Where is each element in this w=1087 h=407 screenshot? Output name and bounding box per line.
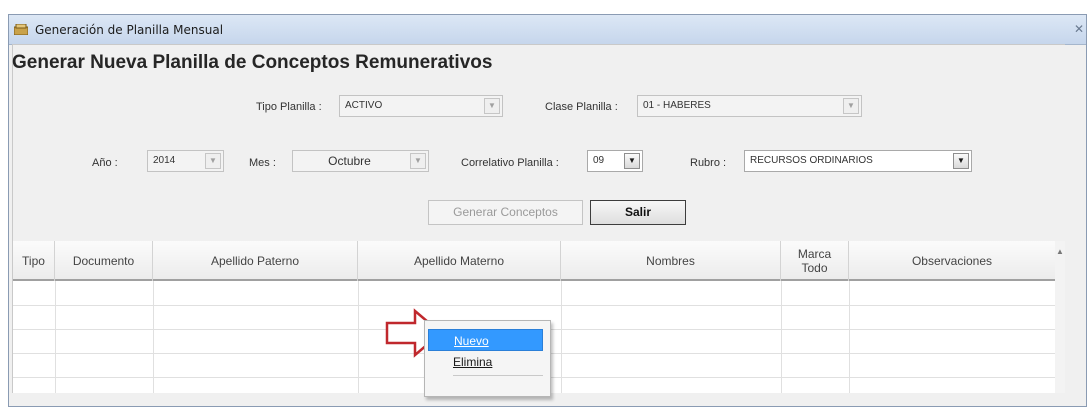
tipo-planilla-select[interactable]: ACTIVO ▼ [339, 95, 503, 117]
column-header-tipo[interactable]: Tipo [13, 241, 55, 281]
table-row[interactable] [13, 305, 1056, 306]
context-menu-item-elimina[interactable]: Elimina [428, 351, 543, 373]
chevron-down-icon[interactable]: ▼ [205, 153, 221, 169]
chevron-down-icon[interactable]: ▼ [624, 153, 640, 169]
chevron-down-icon[interactable]: ▼ [953, 153, 969, 169]
rubro-label: Rubro : [690, 157, 727, 169]
mes-value: Octubre [328, 154, 371, 168]
column-header-apellido-materno[interactable]: Apellido Materno [358, 241, 561, 281]
context-menu-label: Nuevo [454, 334, 489, 348]
anio-value: 2014 [153, 155, 176, 166]
vertical-scrollbar[interactable]: ▲ [1055, 241, 1065, 393]
page-title: Generar Nueva Planilla de Conceptos Remu… [12, 52, 493, 73]
column-header-marca-todo[interactable]: Marca Todo [781, 241, 849, 281]
mes-select[interactable]: Octubre ▼ [292, 150, 429, 172]
title-bar[interactable]: Generación de Planilla Mensual ✕ [9, 15, 1086, 45]
close-button[interactable]: ✕ [1072, 19, 1086, 39]
column-header-documento[interactable]: Documento [55, 241, 153, 281]
clase-planilla-select[interactable]: 01 - HABERES ▼ [637, 95, 862, 117]
clase-planilla-value: 01 - HABERES [643, 100, 711, 111]
salir-button[interactable]: Salir [590, 200, 686, 225]
context-menu: Nuevo Elimina [424, 320, 551, 397]
anio-select[interactable]: 2014 ▼ [147, 150, 224, 172]
chevron-down-icon[interactable]: ▼ [484, 98, 500, 114]
generar-conceptos-button[interactable]: Generar Conceptos [428, 200, 583, 225]
window-app-icon [14, 24, 28, 35]
clase-planilla-label: Clase Planilla : [545, 101, 618, 113]
window-title: Generación de Planilla Mensual [35, 23, 224, 37]
rubro-select[interactable]: RECURSOS ORDINARIOS ▼ [744, 150, 972, 172]
correlativo-value: 09 [593, 155, 605, 166]
rubro-value: RECURSOS ORDINARIOS [750, 155, 873, 166]
context-menu-item-nuevo[interactable]: Nuevo [428, 329, 543, 351]
correlativo-select[interactable]: 09 ▼ [587, 150, 643, 172]
column-header-apellido-paterno[interactable]: Apellido Paterno [153, 241, 358, 281]
anio-label: Año : [92, 157, 118, 169]
context-menu-separator [453, 375, 543, 376]
scroll-up-icon[interactable]: ▲ [1055, 247, 1065, 256]
column-header-nombres[interactable]: Nombres [561, 241, 781, 281]
chevron-down-icon[interactable]: ▼ [843, 98, 859, 114]
column-header-observaciones[interactable]: Observaciones [849, 241, 1056, 281]
tipo-planilla-value: ACTIVO [345, 100, 383, 111]
tipo-planilla-label: Tipo Planilla : [256, 101, 322, 113]
chevron-down-icon[interactable]: ▼ [410, 153, 426, 169]
mes-label: Mes : [249, 157, 276, 169]
correlativo-label: Correlativo Planilla : [461, 157, 559, 169]
context-menu-label: Elimina [453, 355, 493, 369]
grid-header: Tipo Documento Apellido Paterno Apellido… [13, 241, 1065, 281]
